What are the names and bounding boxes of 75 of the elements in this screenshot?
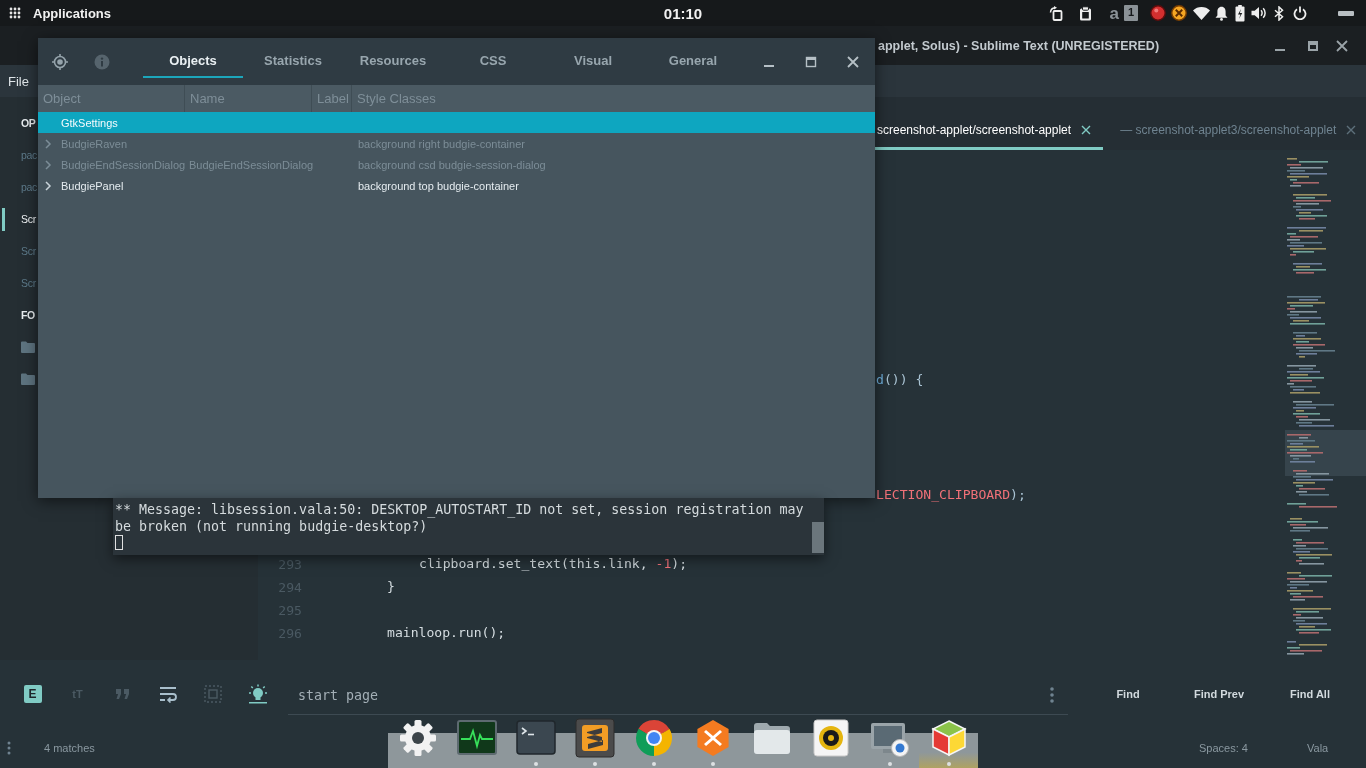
wifi-icon[interactable] xyxy=(1193,6,1210,20)
menu-item[interactable]: File xyxy=(8,73,29,89)
object-type: BudgiePanel xyxy=(61,179,124,192)
code-line: LECTION_CLIPBOARD); xyxy=(876,487,1026,502)
section-heading: FO xyxy=(21,309,35,321)
lightbulb-icon[interactable] xyxy=(247,684,268,704)
close-icon[interactable] xyxy=(847,55,859,68)
inspector-tab[interactable]: Visual xyxy=(543,38,643,78)
sidebar-item[interactable]: Scr xyxy=(21,245,36,257)
window-title: applet, Solus) - Sublime Text (UNREGISTERED) xyxy=(878,38,1160,53)
power-icon[interactable] xyxy=(1293,6,1307,20)
maximize-icon[interactable] xyxy=(1307,39,1319,52)
object-type: GtkSettings xyxy=(61,116,118,129)
code-line: d()) { xyxy=(876,372,924,387)
object-type: BudgieRaven xyxy=(61,137,128,150)
layout-letter[interactable]: a xyxy=(1109,4,1119,22)
sidebar-item[interactable]: Scr xyxy=(21,213,36,225)
bar-icon[interactable] xyxy=(1338,10,1354,16)
code-line: clipboard.set_text(this.link, -1); xyxy=(419,556,688,571)
apps-grid-icon[interactable] xyxy=(9,7,21,19)
style-classes: background right budgie-container xyxy=(357,137,526,150)
style-classes: background top budgie-container xyxy=(357,179,520,192)
find-button[interactable]: Find All xyxy=(1268,679,1352,709)
syntax-setting[interactable]: Vala xyxy=(1307,742,1366,754)
sidebar-item[interactable]: pac xyxy=(21,149,38,161)
segmented-circle-icon[interactable] xyxy=(633,718,674,758)
x-circle-icon[interactable] xyxy=(1171,5,1187,21)
tree-row[interactable]: BudgiePanel background top budgie-container xyxy=(38,175,875,196)
close-icon[interactable] xyxy=(1336,39,1348,52)
indentation-setting[interactable]: Spaces: 4 xyxy=(1199,742,1307,754)
section-heading: OP xyxy=(21,117,36,129)
close-icon[interactable] xyxy=(1081,125,1092,135)
tree-row[interactable]: GtkSettings xyxy=(38,112,875,133)
record-icon[interactable] xyxy=(1150,5,1166,21)
crosshair-icon[interactable] xyxy=(52,53,68,70)
terminal-output: ** Message: libsession.vala:50: DESKTOP_AUTOSTART_ID not set, session registration may be broken (not running budgie-desktop?) xyxy=(115,501,805,535)
option-toggle[interactable]: E xyxy=(23,685,42,703)
scrollbar[interactable] xyxy=(812,522,824,553)
sidebar-item[interactable]: Scr xyxy=(21,277,36,289)
code-line: mainloop.run(); xyxy=(387,625,506,640)
logo-tile-icon[interactable] xyxy=(574,718,615,758)
sidebar-item[interactable]: pac xyxy=(21,181,38,193)
gear-icon[interactable] xyxy=(397,718,438,758)
inspector-tab[interactable]: Resources xyxy=(343,38,443,78)
pulse-screen-icon[interactable] xyxy=(456,718,497,758)
find-button[interactable]: Find Prev xyxy=(1177,679,1261,709)
more-icon[interactable] xyxy=(1050,687,1054,703)
match-count: 4 matches xyxy=(44,742,95,754)
wrap-lines-icon[interactable] xyxy=(158,685,177,703)
code-line: } xyxy=(387,579,395,594)
inspector-tab[interactable]: General xyxy=(643,38,743,78)
battery-icon[interactable] xyxy=(1235,4,1245,22)
style-classes: background csd budgie-session-dialog xyxy=(357,158,547,171)
inspector-tab[interactable]: Objects xyxy=(143,38,243,78)
clock[interactable]: 01:10 xyxy=(663,4,703,22)
layout-badge[interactable]: 1 xyxy=(1123,5,1138,21)
terminal-icon[interactable] xyxy=(515,718,556,758)
chevron-right-icon[interactable] xyxy=(44,180,52,191)
object-name: BudgieEndSessionDialog xyxy=(188,158,312,171)
inspector-tab[interactable]: CSS xyxy=(443,38,543,78)
clipboard-icon[interactable] xyxy=(1079,5,1093,21)
applications-menu[interactable]: Applications xyxy=(33,5,111,21)
bell-icon[interactable] xyxy=(1215,5,1228,21)
inspector-tab[interactable]: Statistics xyxy=(243,38,343,78)
editor-tab[interactable]: — screenshot-applet3/screenshot-applet xyxy=(1118,110,1366,150)
object-type: BudgieEndSessionDialog xyxy=(61,158,186,171)
ring-tile-icon[interactable] xyxy=(810,718,851,758)
dotted-square-icon[interactable] xyxy=(203,685,222,703)
find-field[interactable]: start_page xyxy=(298,685,1042,705)
bluetooth-icon[interactable] xyxy=(1274,5,1284,21)
find-button[interactable]: Find xyxy=(1086,679,1170,709)
volume-icon[interactable] xyxy=(1251,6,1267,20)
maximize-icon[interactable] xyxy=(805,55,817,68)
more-icon[interactable] xyxy=(7,741,11,755)
screen-rotate-icon[interactable] xyxy=(1049,5,1065,21)
